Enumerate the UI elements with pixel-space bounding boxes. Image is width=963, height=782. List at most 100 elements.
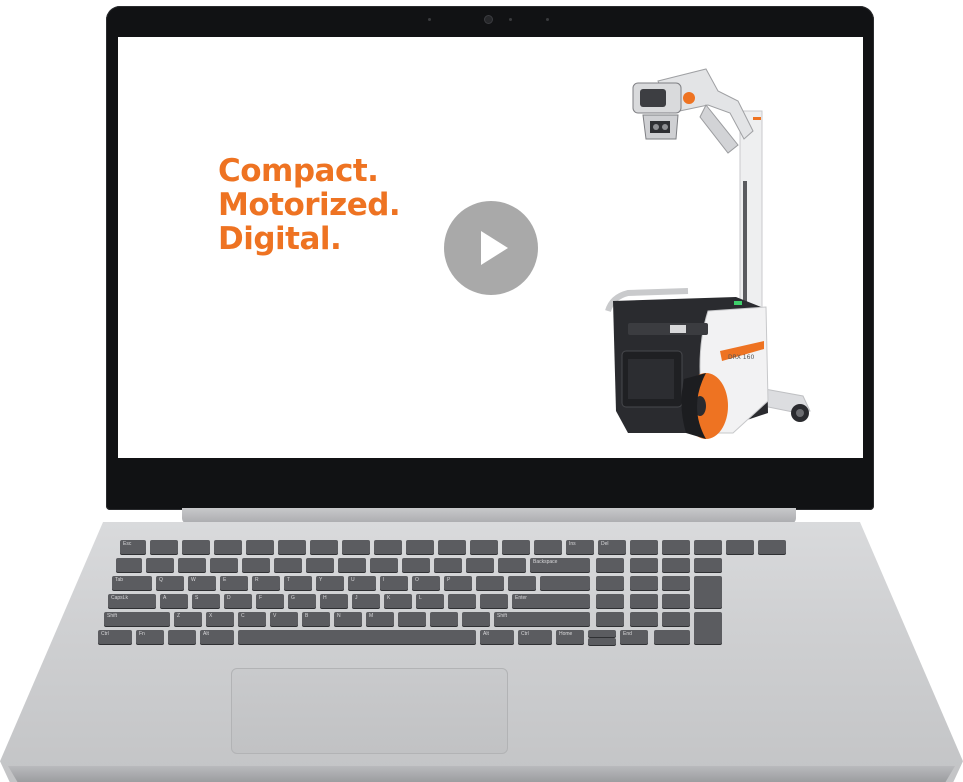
key-g[interactable]: G [288,594,316,608]
key-f[interactable]: F [256,594,284,608]
key-right-shift[interactable]: Shift [494,612,590,626]
key-num-7[interactable] [596,576,624,590]
key-n[interactable]: N [334,612,362,626]
key-backslash[interactable] [540,576,590,590]
key-slash[interactable] [462,612,490,626]
key-l[interactable]: L [416,594,444,608]
key-num-plus[interactable] [694,576,722,608]
key-f4[interactable] [246,540,274,554]
key-s[interactable]: S [192,594,220,608]
key-fn[interactable]: Fn [136,630,164,644]
key-i[interactable]: I [380,576,408,590]
key-k[interactable]: K [384,594,412,608]
key-5[interactable] [274,558,302,572]
key-q[interactable]: Q [156,576,184,590]
key-t[interactable]: T [284,576,312,590]
key-3[interactable] [210,558,238,572]
key-f8[interactable] [374,540,402,554]
key-o[interactable]: O [412,576,440,590]
key-minus[interactable] [726,540,754,554]
key-p[interactable]: P [444,576,472,590]
key-8[interactable] [370,558,398,572]
key-num-4[interactable] [596,594,624,608]
key-f2[interactable] [182,540,210,554]
key-x[interactable]: X [206,612,234,626]
key-power[interactable] [758,540,786,554]
key-numlk[interactable] [630,540,658,554]
key-f11[interactable] [470,540,498,554]
key-semicolon[interactable] [448,594,476,608]
key-num-1[interactable] [596,612,624,626]
key-u[interactable]: U [348,576,376,590]
key-y[interactable]: Y [316,576,344,590]
key-multiply[interactable] [694,540,722,554]
key-9[interactable] [402,558,430,572]
key-f10[interactable] [438,540,466,554]
key-numlock[interactable] [596,558,624,572]
key-tab[interactable]: Tab [112,576,152,590]
key-0[interactable] [434,558,462,572]
key-num-minus[interactable] [694,558,722,572]
key-backspace[interactable]: Backspace [530,558,590,572]
key-left-shift[interactable]: Shift [104,612,170,626]
key-2[interactable] [178,558,206,572]
key-4[interactable] [242,558,270,572]
key-down-pgdn[interactable] [588,638,616,645]
key-num-5[interactable] [630,594,658,608]
key-v[interactable]: V [270,612,298,626]
key-num-2[interactable] [630,612,658,626]
key-d[interactable]: D [224,594,252,608]
key-b[interactable]: B [302,612,330,626]
key-num-star[interactable] [662,558,690,572]
key-f7[interactable] [342,540,370,554]
key-num-3[interactable] [662,612,690,626]
key-e[interactable]: E [220,576,248,590]
key-left-home[interactable]: Home [556,630,584,644]
key-capslock[interactable]: CapsLk [108,594,156,608]
key-up-pgup[interactable] [588,630,616,637]
key-insert[interactable]: Ins [566,540,594,554]
key-windows[interactable] [168,630,196,644]
key-z[interactable]: Z [174,612,202,626]
key-enter[interactable]: Enter [512,594,590,608]
key-num-slash[interactable] [630,558,658,572]
key-7[interactable] [338,558,366,572]
key-left-ctrl[interactable]: Ctrl [98,630,132,644]
key-quote[interactable] [480,594,508,608]
key-backtick[interactable] [116,558,142,572]
key-w[interactable]: W [188,576,216,590]
key-h[interactable]: H [320,594,348,608]
key-num-6[interactable] [662,594,690,608]
key-comma[interactable] [398,612,426,626]
key-6[interactable] [306,558,334,572]
key-prtsc[interactable] [534,540,562,554]
key-rbracket[interactable] [508,576,536,590]
key-f5[interactable] [278,540,306,554]
key-r[interactable]: R [252,576,280,590]
key-f3[interactable] [214,540,242,554]
key-j[interactable]: J [352,594,380,608]
key-lbracket[interactable] [476,576,504,590]
key-f6[interactable] [310,540,338,554]
key-right-alt[interactable]: Alt [480,630,514,644]
key-esc[interactable]: Esc [120,540,146,554]
key-dash[interactable] [466,558,494,572]
key-spacebar[interactable] [238,630,476,644]
key-f1[interactable] [150,540,178,554]
key-delete[interactable]: Del [598,540,626,554]
key-right-ctrl[interactable]: Ctrl [518,630,552,644]
key-c[interactable]: C [238,612,266,626]
touchpad[interactable] [231,668,508,754]
key-a[interactable]: A [160,594,188,608]
key-right-end[interactable]: End [620,630,648,644]
key-num-8[interactable] [630,576,658,590]
key-num-enter[interactable] [694,612,722,644]
key-left-alt[interactable]: Alt [200,630,234,644]
key-f9[interactable] [406,540,434,554]
key-equals[interactable] [498,558,526,572]
key-num-0[interactable] [654,630,690,644]
key-f12[interactable] [502,540,530,554]
key-m[interactable]: M [366,612,394,626]
key-divide[interactable] [662,540,690,554]
key-num-9[interactable] [662,576,690,590]
